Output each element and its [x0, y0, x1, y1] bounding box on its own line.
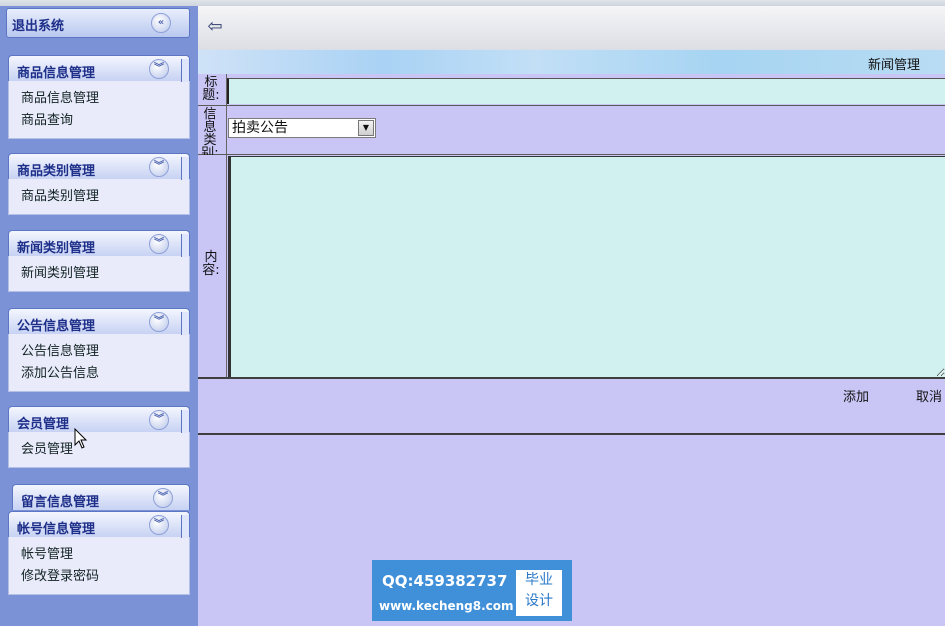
sidebar-group-body: 商品信息管理 商品查询	[8, 81, 190, 139]
group-header-tab	[181, 234, 189, 257]
type-row: 信息类别: 拍卖公告 ▼	[198, 106, 945, 160]
sidebar-item-news-category-manage[interactable]: 新闻类别管理	[21, 263, 189, 285]
sidebar-item-product-query[interactable]: 商品查询	[21, 110, 189, 132]
watermark-qq: QQ:459382737	[382, 572, 508, 590]
sidebar-group-account: 帐号信息管理 ︾ 帐号管理 修改登录密码	[8, 511, 190, 595]
title-row: 标题:	[198, 74, 945, 106]
sidebar-group-product-category: 商品类别管理 ︾ 商品类别管理	[8, 153, 190, 215]
group-header-tab	[181, 410, 189, 433]
sidebar-item-member-manage[interactable]: 会员管理	[21, 439, 189, 461]
title-input[interactable]	[227, 78, 945, 104]
action-bar: 添加 取消	[198, 377, 945, 410]
toolbar: ⇦	[198, 6, 945, 51]
type-select[interactable]: 拍卖公告 ▼	[228, 118, 376, 138]
group-header-tab	[181, 59, 189, 82]
divider	[226, 155, 227, 378]
content-textarea[interactable]	[228, 156, 945, 377]
group-header-tab	[181, 157, 189, 180]
sidebar-item-change-password[interactable]: 修改登录密码	[21, 566, 189, 588]
sidebar-group-body: 帐号管理 修改登录密码	[8, 537, 190, 595]
sidebar-group-message: 留言信息管理 ︾	[12, 484, 190, 510]
sidebar-group-title: 帐号信息管理	[17, 522, 96, 537]
mouse-cursor-icon	[74, 428, 88, 449]
sidebar-item-add-notice[interactable]: 添加公告信息	[21, 363, 189, 385]
sidebar-group-header[interactable]: 公告信息管理 ︾	[8, 308, 190, 335]
page-title: 新闻管理	[867, 58, 920, 73]
sidebar-group-news-category: 新闻类别管理 ︾ 新闻类别管理	[8, 230, 190, 292]
content-label: 内容:	[202, 250, 220, 278]
sidebar-group-product-info: 商品信息管理 ︾ 商品信息管理 商品查询	[8, 55, 190, 139]
browser-top-strip	[0, 0, 945, 6]
sidebar-item-account-manage[interactable]: 帐号管理	[21, 544, 189, 566]
watermark-badge-line2: 设计	[525, 593, 553, 609]
add-button[interactable]: 添加	[843, 386, 869, 405]
chevron-down-icon[interactable]: ︾	[153, 488, 173, 508]
watermark: QQ:459382737 www.kecheng8.com 毕业 设计	[372, 560, 572, 621]
news-form: 标题: 信息类别: 拍卖公告 ▼ 内容:	[198, 74, 945, 379]
chevron-down-icon[interactable]: ︾	[149, 515, 169, 535]
cancel-button[interactable]: 取消	[916, 386, 942, 405]
chevron-down-icon[interactable]: ︾	[149, 234, 169, 254]
collapse-icon[interactable]: «	[151, 13, 171, 33]
sidebar-group-body: 新闻类别管理	[8, 256, 190, 292]
sidebar-group-title: 留言信息管理	[21, 495, 100, 510]
page-header-banner: 新闻管理	[198, 50, 945, 74]
sidebar-group-title: 商品信息管理	[17, 66, 96, 81]
sidebar-group-header[interactable]: 留言信息管理 ︾	[12, 484, 190, 510]
sidebar-item-product-category-manage[interactable]: 商品类别管理	[21, 186, 189, 208]
sidebar-group-header[interactable]: 商品类别管理 ︾	[8, 153, 190, 180]
sidebar-group-title: 会员管理	[17, 417, 70, 432]
logout-label: 退出系统	[12, 19, 65, 34]
sidebar-group-title: 新闻类别管理	[17, 241, 96, 256]
chevron-down-icon[interactable]: ︾	[149, 312, 169, 332]
chevron-down-icon[interactable]: ︾	[149, 410, 169, 430]
sidebar-group-title: 商品类别管理	[17, 164, 96, 179]
type-label: 信息类别:	[201, 107, 219, 161]
content-row: 内容:	[198, 155, 945, 379]
back-arrow-icon[interactable]: ⇦	[204, 16, 226, 38]
sidebar-item-notice-manage[interactable]: 公告信息管理	[21, 341, 189, 363]
watermark-url: www.kecheng8.com	[379, 599, 514, 613]
type-select-value: 拍卖公告	[232, 120, 288, 136]
dropdown-arrow-icon[interactable]: ▼	[358, 120, 374, 136]
sidebar-group-title: 公告信息管理	[17, 319, 96, 334]
sidebar-group-header[interactable]: 会员管理 ︾	[8, 406, 190, 433]
chevron-down-icon[interactable]: ︾	[149, 157, 169, 177]
sidebar-group-header[interactable]: 商品信息管理 ︾	[8, 55, 190, 82]
sidebar-group-header[interactable]: 帐号信息管理 ︾	[8, 511, 190, 538]
form-footer	[198, 408, 945, 435]
sidebar-group-body: 商品类别管理	[8, 179, 190, 215]
sidebar-group-body: 公告信息管理 添加公告信息	[8, 334, 190, 392]
sidebar: 退出系统 « 商品信息管理 ︾ 商品信息管理 商品查询 商品类别管理 ︾ 商品类…	[0, 0, 198, 626]
sidebar-group-member: 会员管理 ︾ 会员管理	[8, 406, 190, 468]
group-header-tab	[181, 515, 189, 538]
chevron-down-icon[interactable]: ︾	[149, 59, 169, 79]
logout-button[interactable]: 退出系统 «	[6, 8, 190, 38]
title-label: 标题:	[202, 75, 220, 103]
watermark-badge-line1: 毕业	[525, 572, 553, 588]
divider	[226, 106, 227, 154]
sidebar-group-notice-info: 公告信息管理 ︾ 公告信息管理 添加公告信息	[8, 308, 190, 392]
sidebar-group-body: 会员管理	[8, 432, 190, 468]
group-header-tab	[181, 312, 189, 335]
sidebar-item-product-info-manage[interactable]: 商品信息管理	[21, 88, 189, 110]
watermark-badge: 毕业 设计	[516, 570, 562, 616]
sidebar-group-header[interactable]: 新闻类别管理 ︾	[8, 230, 190, 257]
